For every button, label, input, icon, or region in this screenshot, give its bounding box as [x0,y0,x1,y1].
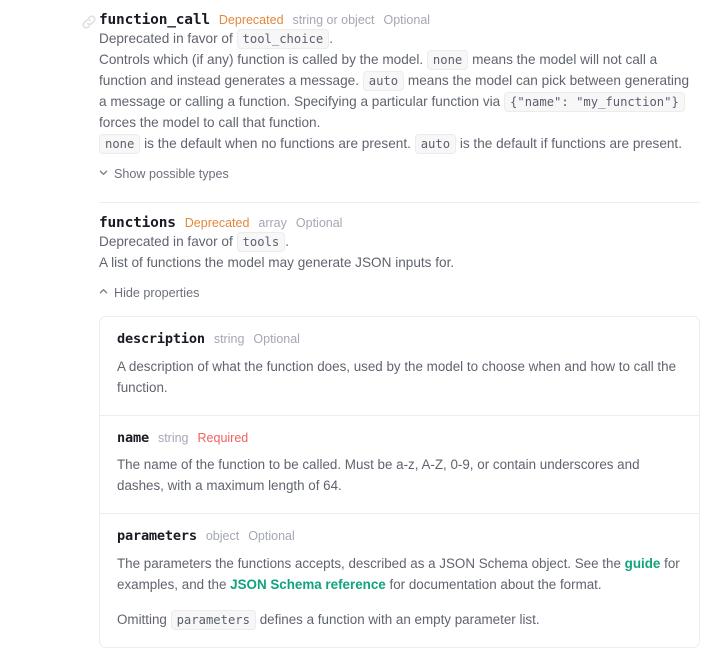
code-chip-auto-default: auto [414,133,457,154]
field-section-functions: functions Deprecated array Optional Depr… [0,203,726,302]
property-requirement: Optional [253,332,300,346]
param-desc-part-1: The parameters the functions accepts, de… [117,555,621,571]
code-chip-none-default: none [99,133,141,154]
hide-properties-label: Hide properties [114,285,200,300]
field-name: functions [99,215,176,231]
property-header: description string Optional [117,331,682,347]
omitting-text-part-2: defines a function with an empty paramet… [259,611,540,627]
deprecated-badge: Deprecated [218,13,284,27]
property-header: name string Required [117,429,682,446]
field-defaults-paragraph: none is the default when no functions ar… [99,133,700,154]
defaults-text-part-1: is the default when no functions are pre… [144,135,411,151]
field-requirement: Optional [383,13,431,27]
field-header-function-call: function_call Deprecated string or objec… [99,0,700,28]
field-type: array [258,216,287,230]
property-type: string [157,430,189,445]
code-chip-auto: auto [362,70,405,91]
property-description: The name of the function to be called. M… [117,457,640,494]
property-description: A description of what the function does,… [117,358,677,395]
deprecation-prefix: Deprecated in favor of [99,30,233,46]
code-chip-named-function: {"name": "my_function"} [504,91,685,112]
property-row-description: description string Optional A descriptio… [100,317,699,416]
property-type: object [205,529,240,544]
guide-link[interactable]: guide [625,556,661,571]
field-header-functions: functions Deprecated array Optional [99,203,700,231]
json-schema-reference-link[interactable]: JSON Schema reference [230,577,386,592]
chevron-down-icon [99,168,108,177]
deprecated-badge: Deprecated [184,216,250,230]
property-description-secondary: Omitting parameters defines a function w… [117,609,682,630]
deprecation-notice: Deprecated in favor of tools. [99,231,700,252]
omitting-text-part-1: Omitting [117,611,167,627]
property-row-parameters: parameters object Optional The parameter… [100,514,699,647]
desc-text-part-4: forces the model to call that function. [99,114,321,130]
show-possible-types-label: Show possible types [114,166,229,181]
link-icon[interactable] [81,14,97,30]
field-description-paragraph: A list of functions the model may genera… [99,254,455,270]
chevron-up-icon [99,287,108,296]
param-desc-part-3: for documentation about the format. [389,576,602,592]
code-chip-tools: tools [236,231,286,252]
property-requirement: Optional [248,529,295,544]
field-name: function_call [99,12,210,28]
properties-container: description string Optional A descriptio… [99,316,700,648]
property-requirement: Required [197,430,249,445]
property-name: parameters [117,528,197,545]
field-description-paragraph: Controls which (if any) function is call… [99,49,700,133]
code-chip-tool-choice: tool_choice [236,28,330,49]
property-name: name [117,429,149,446]
property-row-name: name string Required The name of the fun… [100,416,699,515]
defaults-text-part-2: is the default if functions are present. [459,135,682,151]
property-type: string [213,332,245,346]
field-type: string or object [292,13,375,27]
property-description: The parameters the functions accepts, de… [117,553,682,595]
field-section-function-call: function_call Deprecated string or objec… [0,0,726,183]
deprecation-prefix: Deprecated in favor of [99,233,233,249]
property-name: description [117,331,205,347]
code-chip-parameters: parameters [170,609,256,630]
hide-properties-toggle[interactable]: Hide properties [99,286,199,300]
property-header: parameters object Optional [117,530,682,544]
show-possible-types-toggle[interactable]: Show possible types [99,167,229,181]
api-reference-page: function_call Deprecated string or objec… [0,0,726,648]
code-chip-none: none [426,49,469,70]
deprecation-notice: Deprecated in favor of tool_choice. [99,28,700,49]
desc-text-part-1: Controls which (if any) function is call… [99,51,424,67]
field-requirement: Optional [295,216,343,230]
deprecation-suffix: . [329,30,334,46]
deprecation-suffix: . [285,233,289,249]
